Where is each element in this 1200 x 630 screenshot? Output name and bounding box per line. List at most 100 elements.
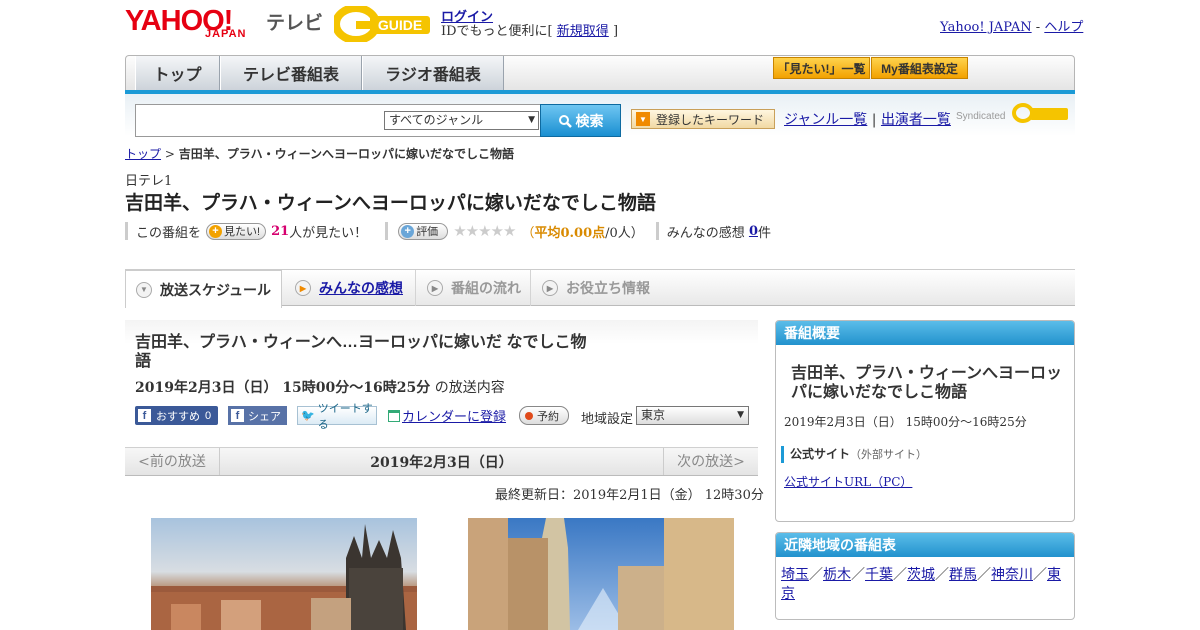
registered-keywords-label: 登録したキーワード: [656, 112, 765, 127]
average-score: 平均0.00点: [534, 225, 606, 241]
tab-program-flow[interactable]: ▶ 番組の流れ: [417, 270, 531, 306]
tab-useful-info-label: お役立ち情報: [566, 280, 650, 296]
divider: [125, 222, 128, 240]
rate-label: 評価: [416, 226, 439, 238]
rating-stars: ★★★★★: [453, 222, 516, 240]
reviews-label: みんなの感想: [666, 225, 745, 241]
nav-tab-top[interactable]: トップ: [135, 56, 220, 90]
breadcrumb-top-link[interactable]: トップ: [125, 147, 161, 161]
genre-select[interactable]: すべてのジャンル: [384, 111, 539, 130]
plus-icon: +: [209, 224, 223, 238]
official-site-url-link[interactable]: 公式サイトURL（PC）: [784, 473, 912, 490]
region-link-tochigi[interactable]: 栃木: [823, 567, 851, 583]
facebook-recommend-button[interactable]: f おすすめ 0: [135, 406, 218, 425]
nav-tab-radio-schedule[interactable]: ラジオ番組表: [362, 56, 504, 90]
region-link-gunma[interactable]: 群馬: [949, 567, 977, 583]
rate-button[interactable]: + 評価: [398, 222, 449, 240]
divider: [385, 222, 389, 240]
calendar-icon: [388, 409, 400, 422]
calendar-register-link[interactable]: カレンダーに登録: [402, 406, 506, 425]
my-schedule-settings-button[interactable]: My番組表設定: [871, 57, 968, 79]
search-icon: [558, 114, 572, 128]
signup-link[interactable]: 新規取得: [557, 24, 609, 39]
average-open: （: [521, 225, 535, 241]
nav-tab-tv-schedule[interactable]: テレビ番組表: [220, 56, 362, 90]
this-program-label: この番組を: [136, 225, 202, 241]
prev-broadcast-button[interactable]: <前の放送: [125, 448, 220, 475]
plus-icon: +: [401, 224, 415, 238]
chevron-right-icon: ▶: [427, 280, 443, 296]
region-select[interactable]: 東京: [636, 406, 749, 425]
region-separator: ／: [809, 567, 823, 583]
breadcrumb: トップ > 吉田羊、プラハ・ウィーンへヨーロッパに嫁いだなでしこ物語: [125, 145, 514, 162]
calendar-register[interactable]: カレンダーに登録: [388, 406, 506, 425]
want-count: 21: [271, 223, 290, 239]
tab-schedule-label: 放送スケジュール: [160, 281, 272, 298]
facebook-share-button[interactable]: f シェア: [228, 406, 287, 425]
tweet-button[interactable]: 🐦 ツイートする: [297, 403, 377, 431]
next-broadcast-button[interactable]: 次の放送>: [663, 448, 758, 475]
reserve-label: 予約: [537, 410, 559, 423]
tab-reviews[interactable]: ▶ みんなの感想: [285, 270, 416, 306]
breadcrumb-separator: >: [164, 147, 175, 161]
syndicated-label: Syndicated: [956, 111, 1006, 122]
program-stats-bar: この番組を + 見たい! 21 人が見たい！ + 評価 ★★★★★ （平均0.00点 /…: [125, 221, 771, 241]
yahoo-japan-link[interactable]: Yahoo! JAPAN: [940, 20, 1032, 35]
average-people: /0人）: [605, 225, 644, 241]
last-updated: 最終更新日：2019年2月1日（金） 12時30分: [495, 488, 764, 503]
official-site-note: （外部サイト）: [850, 448, 928, 461]
channel-name: 日テレ1: [125, 174, 173, 189]
overview-time: 2019年2月3日（日） 15時00分～16時25分: [784, 415, 1027, 429]
page: { "header": { "logo_yahoo": "YAHOO!", "l…: [0, 0, 1200, 630]
chevron-down-icon: ▼: [136, 281, 152, 298]
region-separator: ／: [1033, 567, 1047, 583]
nearby-region-links: 埼玉／栃木／千葉／茨城／群馬／神奈川／東京: [781, 566, 1069, 604]
chevron-right-icon: ▶: [542, 280, 558, 296]
gguide-logo-text: GUIDE: [378, 17, 422, 33]
search-button-label: 検索: [575, 112, 604, 129]
region-separator: ／: [935, 567, 949, 583]
want-count-suffix: 人が見たい！: [289, 225, 368, 241]
region-link-chiba[interactable]: 千葉: [865, 567, 893, 583]
region-link-kanagawa[interactable]: 神奈川: [991, 567, 1033, 583]
genre-list-link[interactable]: ジャンル一覧: [784, 112, 867, 128]
vienna-photo: [468, 518, 734, 630]
reviews-count-link[interactable]: 0: [749, 224, 758, 239]
search-button[interactable]: 検索: [540, 104, 621, 137]
login-prompt: IDでもっと便利に[ 新規取得 ]: [441, 20, 618, 39]
region-separator: ／: [977, 567, 991, 583]
gguide-logo[interactable]: GUIDE: [332, 4, 434, 44]
breadcrumb-current: 吉田羊、プラハ・ウィーンへヨーロッパに嫁いだなでしこ物語: [178, 147, 515, 161]
wishlist-button[interactable]: 「見たい!」一覧: [773, 57, 870, 79]
facebook-recommend-count: 0: [205, 409, 212, 422]
reviews-suffix: 件: [757, 225, 771, 241]
tv-service-label[interactable]: テレビ: [266, 8, 323, 35]
region-separator: ／: [851, 567, 865, 583]
header-links-separator: -: [1035, 20, 1041, 35]
facebook-icon: f: [231, 409, 244, 422]
current-broadcast-date: 2019年2月3日（日）: [370, 454, 513, 471]
performer-list-link[interactable]: 出演者一覧: [881, 112, 951, 128]
tab-useful-info[interactable]: ▶ お役立ち情報: [532, 270, 660, 306]
help-link[interactable]: ヘルプ: [1044, 20, 1083, 35]
broadcast-datetime: 2019年2月3日（日） 15時00分～16時25分: [135, 380, 431, 396]
official-site-label: 公式サイト: [790, 447, 851, 461]
tab-schedule[interactable]: ▼ 放送スケジュール: [125, 270, 282, 308]
region-link-saitama[interactable]: 埼玉: [781, 567, 809, 583]
reserve-button[interactable]: 予約: [519, 406, 569, 425]
tab-reviews-label: みんなの感想: [319, 280, 403, 296]
official-site-heading: 公式サイト（外部サイト）: [781, 446, 927, 463]
broadcast-suffix: の放送内容: [434, 380, 505, 396]
login-prompt-suffix: ]: [612, 24, 619, 39]
divider: [655, 222, 659, 240]
syndicated-gguide-logo: [1012, 102, 1068, 124]
want-to-watch-button[interactable]: + 見たい!: [206, 222, 267, 240]
overview-program-title: 吉田羊、プラハ・ウィーンへヨーロッパに嫁いだなでしこ物語: [791, 365, 1063, 401]
registered-keywords-button[interactable]: ▼ 登録したキーワード: [631, 109, 775, 129]
region-separator: ／: [893, 567, 907, 583]
nearby-region-heading: 近隣地域の番組表: [776, 533, 1074, 557]
genre-links: ジャンル一覧 | 出演者一覧: [784, 109, 951, 129]
broadcast-time-line: 2019年2月3日（日） 15時00分～16時25分 の放送内容: [135, 377, 505, 397]
region-link-ibaraki[interactable]: 茨城: [907, 567, 935, 583]
tab-program-flow-label: 番組の流れ: [451, 280, 521, 296]
